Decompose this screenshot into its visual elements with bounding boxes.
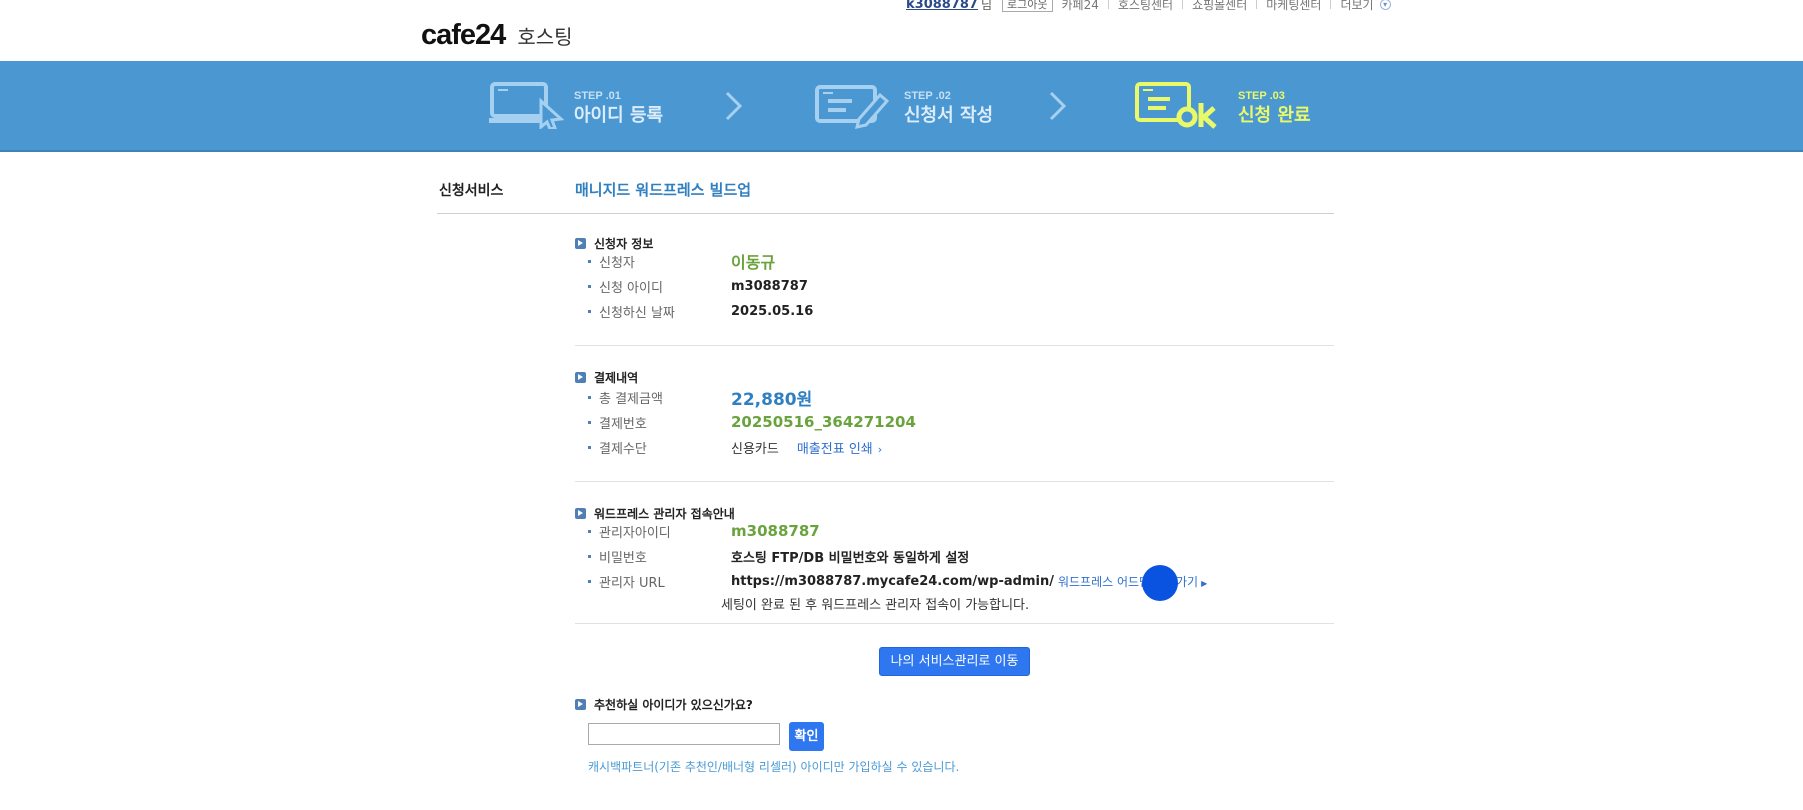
payment-method-row: 결제수단 신용카드 매출전표 인쇄 › xyxy=(588,437,1328,457)
service-name: 매니지드 워드프레스 빌드업 xyxy=(575,181,752,199)
section-title-text: 신청자 정보 xyxy=(594,237,654,251)
step-1-title: 아이디 등록 xyxy=(574,105,664,126)
applicant-date-row: 신청하신 날짜 2025.05.16 xyxy=(588,301,1328,321)
admin-id-row: 관리자아이디 m3088787 xyxy=(588,521,1328,541)
payment-amount-row: 총 결제금액 22,880원 xyxy=(588,387,1328,410)
section-divider xyxy=(575,345,1334,346)
payment-method: 신용카드 xyxy=(731,441,779,457)
payment-number-row: 결제번호 20250516_364271204 xyxy=(588,412,1328,432)
chevron-down-icon[interactable]: ▾ xyxy=(1379,0,1391,10)
section-title: 결제내역 xyxy=(575,369,638,386)
bullet xyxy=(588,445,591,449)
service-row: 신청서비스 매니지드 워드프레스 빌드업 xyxy=(437,152,1334,214)
application-date: 2025.05.16 xyxy=(731,303,814,319)
nav-link-marketing[interactable]: 마케팅센터 xyxy=(1266,0,1321,13)
nav-divider xyxy=(1330,0,1332,9)
my-service-management-button[interactable]: 나의 서비스관리로 이동 xyxy=(879,647,1030,676)
user-id-link[interactable]: k3088787 xyxy=(906,0,978,12)
caret-right-icon: ▶ xyxy=(1201,578,1208,588)
play-bullet-icon xyxy=(575,508,586,519)
header: cafe24 호스팅 k3088787 님 로그아웃 카페24 호스팅센터 쇼핑… xyxy=(0,0,1803,61)
computer-cursor-icon xyxy=(489,82,564,129)
payment-number: 20250516_364271204 xyxy=(731,413,916,431)
bullet xyxy=(588,554,591,558)
chevron-right-icon: › xyxy=(877,442,883,456)
applicant-id-row: 신청 아이디 m3088787 xyxy=(588,276,1328,296)
nav-divider xyxy=(1182,0,1184,9)
form-pen-icon xyxy=(815,85,889,129)
bullet xyxy=(588,259,591,263)
payment-amount: 22,880원 xyxy=(731,389,813,410)
nav-link-hosting[interactable]: 호스팅센터 xyxy=(1118,0,1173,13)
field-label: 비밀번호 xyxy=(599,550,647,566)
logo[interactable]: cafe24 호스팅 xyxy=(421,18,573,51)
step-1: STEP .01 아이디 등록 xyxy=(489,61,689,152)
admin-setup-note: 세팅이 완료 된 후 워드프레스 관리자 접속이 가능합니다. xyxy=(721,598,1030,613)
admin-id: m3088787 xyxy=(731,522,820,540)
section-title: 워드프레스 관리자 접속안내 xyxy=(575,505,735,522)
field-label: 신청 아이디 xyxy=(599,280,663,296)
recommend-note: 캐시백파트너(기존 추천인/배너형 리셀러) 아이디만 가입하실 수 있습니다. xyxy=(588,760,960,774)
confirm-button[interactable]: 확인 xyxy=(789,722,824,751)
section-title: 신청자 정보 xyxy=(575,235,653,252)
ok-check-icon xyxy=(1135,82,1217,129)
admin-url: https://m3088787.mycafe24.com/wp-admin/ xyxy=(731,573,1054,589)
admin-url-row: 관리자 URL https://m3088787.mycafe24.com/wp… xyxy=(588,571,1328,591)
nav-divider xyxy=(1107,0,1109,9)
logo-brand: cafe24 xyxy=(421,18,506,51)
applicant-name-row: 신청자 이동규 xyxy=(588,251,1328,272)
step-2: STEP .02 신청서 작성 xyxy=(814,61,1014,152)
top-nav: k3088787 님 로그아웃 카페24 호스팅센터 쇼핑몰센터 마케팅센터 더… xyxy=(906,0,1391,12)
click-indicator xyxy=(1142,565,1178,601)
section-title-text: 추천하실 아이디가 있으신가요? xyxy=(594,698,753,712)
bullet xyxy=(588,420,591,424)
receipt-link-text: 매출전표 인쇄 xyxy=(796,441,873,457)
wp-admin-shortcut-link[interactable]: 워드프레스 어드민 바로가기 ▶ xyxy=(1058,573,1207,590)
logo-subtitle: 호스팅 xyxy=(517,24,573,49)
section-title: 추천하실 아이디가 있으신가요? xyxy=(575,696,753,713)
bullet xyxy=(588,309,591,313)
play-bullet-icon xyxy=(575,699,586,710)
applicant-id: m3088787 xyxy=(731,278,808,294)
bullet xyxy=(588,579,591,583)
applicant-name: 이동규 xyxy=(731,253,776,272)
field-label: 결제수단 xyxy=(599,441,647,457)
play-bullet-icon xyxy=(575,372,586,383)
wp-admin-section: 워드프레스 관리자 접속안내 관리자아이디 m3088787 비밀번호 호스팅 … xyxy=(575,505,1334,645)
service-label: 신청서비스 xyxy=(439,183,504,199)
steps-banner: STEP .01 아이디 등록 STEP .02 신청서 작성 STEP .03 xyxy=(0,61,1803,152)
step-2-title: 신청서 작성 xyxy=(904,105,994,126)
field-label: 총 결제금액 xyxy=(599,391,663,407)
bullet xyxy=(588,395,591,399)
bullet xyxy=(588,529,591,533)
nav-link-shopping[interactable]: 쇼핑몰센터 xyxy=(1192,0,1247,13)
section-divider xyxy=(575,623,1334,624)
chevron-right-icon xyxy=(1049,91,1067,121)
receipt-print-link[interactable]: 매출전표 인쇄 › xyxy=(797,438,882,457)
user-suffix: 님 xyxy=(980,0,993,12)
field-label: 신청하신 날짜 xyxy=(599,305,675,321)
nav-link-cafe24[interactable]: 카페24 xyxy=(1062,0,1099,13)
admin-password-info: 호스팅 FTP/DB 비밀번호와 동일하게 설정 xyxy=(731,550,970,566)
section-title-text: 결제내역 xyxy=(594,371,639,385)
step-3: STEP .03 신청 완료 xyxy=(1134,61,1334,152)
field-label: 신청자 xyxy=(599,255,635,271)
recommender-id-input[interactable] xyxy=(588,723,780,745)
applicant-section: 신청자 정보 신청자 이동규 신청 아이디 m3088787 신청하신 날짜 2… xyxy=(575,235,1334,365)
step-3-title: 신청 완료 xyxy=(1238,105,1311,126)
bullet xyxy=(588,284,591,288)
section-divider xyxy=(575,481,1334,482)
admin-password-row: 비밀번호 호스팅 FTP/DB 비밀번호와 동일하게 설정 xyxy=(588,546,1328,566)
nav-link-more[interactable]: 더보기 xyxy=(1340,0,1373,13)
payment-section: 결제내역 총 결제금액 22,880원 결제번호 20250516_364271… xyxy=(575,369,1334,504)
field-label: 결제번호 xyxy=(599,416,647,432)
logout-button[interactable]: 로그아웃 xyxy=(1002,0,1053,12)
field-label: 관리자 URL xyxy=(599,575,665,591)
section-title-text: 워드프레스 관리자 접속안내 xyxy=(594,507,735,521)
nav-divider xyxy=(1256,0,1258,9)
play-bullet-icon xyxy=(575,238,586,249)
field-label: 관리자아이디 xyxy=(599,525,671,541)
chevron-right-icon xyxy=(725,91,743,121)
